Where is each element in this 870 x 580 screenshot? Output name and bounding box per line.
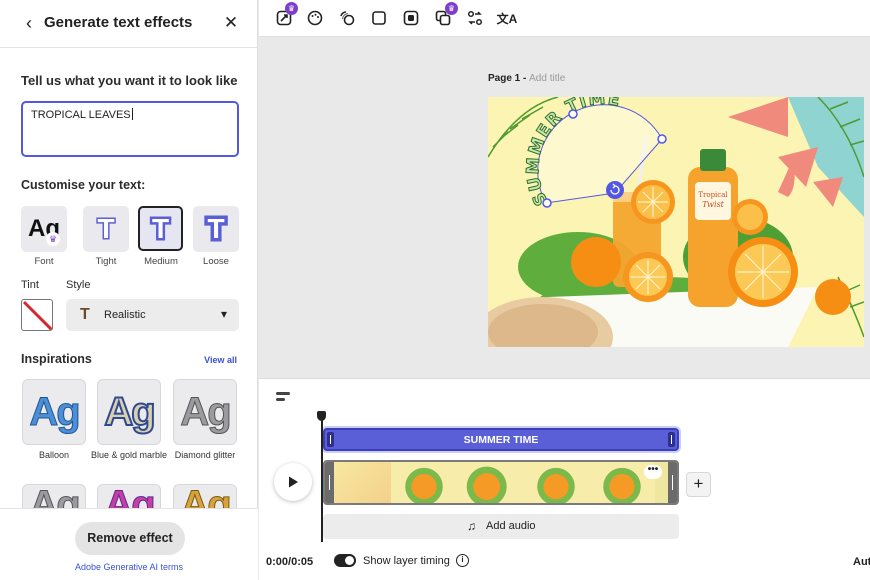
inspiration-balloon[interactable]: Ag	[22, 379, 86, 445]
shape-option-font[interactable]: Ag	[21, 206, 67, 252]
realistic-style-icon: T	[80, 306, 90, 323]
track-end-handle[interactable]	[668, 432, 675, 447]
close-icon[interactable]: ✕	[220, 12, 242, 34]
shape-option-label: Medium	[144, 256, 178, 267]
video-start-handle[interactable]	[325, 462, 334, 503]
page-label: Page 1 - Add title	[488, 73, 565, 84]
balloon-preview: Ag	[29, 390, 81, 434]
video-track[interactable]	[323, 460, 679, 505]
text-track-summer-time[interactable]: SUMMER TIME	[323, 428, 679, 451]
video-thumbnail	[325, 462, 391, 503]
customise-label: Customise your text:	[21, 178, 146, 192]
shape-option-label: Font	[34, 256, 54, 267]
crown-icon: ♛	[46, 232, 60, 246]
no-tint-icon	[22, 300, 52, 330]
shape-option-label: Loose	[203, 256, 229, 267]
inspiration-label: Balloon	[38, 450, 70, 460]
add-track-button[interactable]: +	[686, 472, 711, 497]
text-effects-panel: ‹ Generate text effects ✕ Tell us what y…	[0, 0, 258, 580]
inspiration-label: Diamond glitter	[174, 450, 236, 460]
prompt-label: Tell us what you want it to look like	[21, 73, 238, 88]
playhead-handle[interactable]	[317, 411, 326, 421]
shape-option-loose[interactable]: T	[193, 206, 239, 252]
text-caret	[131, 108, 133, 120]
artboard[interactable]: Tropical Twist SUMMER TIME	[488, 97, 864, 347]
music-note-icon: ♫	[467, 519, 476, 533]
palette-icon[interactable]	[304, 7, 326, 29]
loose-glyph: T	[204, 211, 228, 246]
swap-icon[interactable]	[464, 7, 486, 29]
tint-swatch-none[interactable]	[21, 299, 53, 331]
shape-option-medium[interactable]: T	[138, 206, 183, 251]
page-number: Page 1 -	[488, 73, 527, 84]
play-button[interactable]	[274, 463, 312, 501]
prompt-input[interactable]: TROPICAL LEAVES	[21, 101, 239, 157]
mask-icon[interactable]	[400, 7, 422, 29]
shape-option-tight[interactable]: T	[83, 206, 129, 252]
prompt-value: TROPICAL LEAVES	[31, 109, 131, 121]
timeline-menu-icon[interactable]	[276, 389, 290, 401]
style-value: Realistic	[104, 309, 146, 321]
chevron-left-icon[interactable]: ‹	[18, 12, 40, 34]
artboard-artwork: Tropical Twist SUMMER TIME	[488, 97, 864, 347]
tint-label: Tint	[21, 279, 39, 291]
shape-icon[interactable]	[368, 7, 390, 29]
style-select[interactable]: T Realistic ▾	[66, 299, 239, 331]
animation-icon[interactable]	[336, 7, 358, 29]
panel-header: ‹ Generate text effects ✕	[0, 0, 258, 48]
playhead-line	[321, 418, 323, 542]
time-code: 0:00/0:05	[266, 556, 314, 568]
shape-option-label: Tight	[95, 256, 117, 267]
add-title-input[interactable]: Add title	[529, 73, 565, 84]
glitter-preview: Ag	[180, 390, 232, 434]
bottle-brand: Tropical	[698, 191, 728, 199]
view-all-link[interactable]: View all	[204, 355, 237, 365]
text-track-label: SUMMER TIME	[463, 434, 539, 446]
show-layer-timing-toggle[interactable]	[334, 554, 356, 567]
chevron-down-icon: ▾	[220, 307, 227, 321]
inspiration-diamond-glitter[interactable]: Ag	[173, 379, 237, 445]
info-icon[interactable]: i	[456, 554, 469, 567]
ai-terms-link[interactable]: Adobe Generative AI terms	[0, 562, 258, 572]
auto-label[interactable]: Aut	[853, 556, 870, 568]
style-label: Style	[66, 279, 91, 291]
video-end-handle[interactable]	[668, 462, 677, 503]
video-thumbnail	[457, 462, 523, 503]
crown-icon: ♛	[445, 2, 458, 15]
translate-icon[interactable]: 文A	[496, 7, 518, 29]
add-audio-label: Add audio	[486, 520, 536, 532]
add-audio-button[interactable]: ♫ Add audio	[323, 514, 679, 539]
more-options-icon[interactable]: •••	[644, 465, 662, 479]
inspirations-label: Inspirations	[21, 352, 92, 366]
video-thumbnail	[523, 462, 589, 503]
medium-glyph: T	[149, 212, 171, 245]
tight-glyph: T	[96, 213, 116, 244]
show-layer-timing-label: Show layer timing	[363, 555, 450, 567]
remove-effect-button[interactable]: Remove effect	[75, 522, 185, 555]
bottle-brand-script: Twist	[702, 200, 725, 209]
panel-title: Generate text effects	[44, 14, 193, 31]
crown-icon: ♛	[285, 2, 298, 15]
play-icon	[289, 476, 298, 488]
inspiration-blue-gold-marble[interactable]: Ag	[97, 379, 161, 445]
inspiration-label: Blue & gold marble	[90, 450, 168, 460]
marble-preview: Ag	[103, 390, 156, 434]
video-thumbnail	[391, 462, 457, 503]
